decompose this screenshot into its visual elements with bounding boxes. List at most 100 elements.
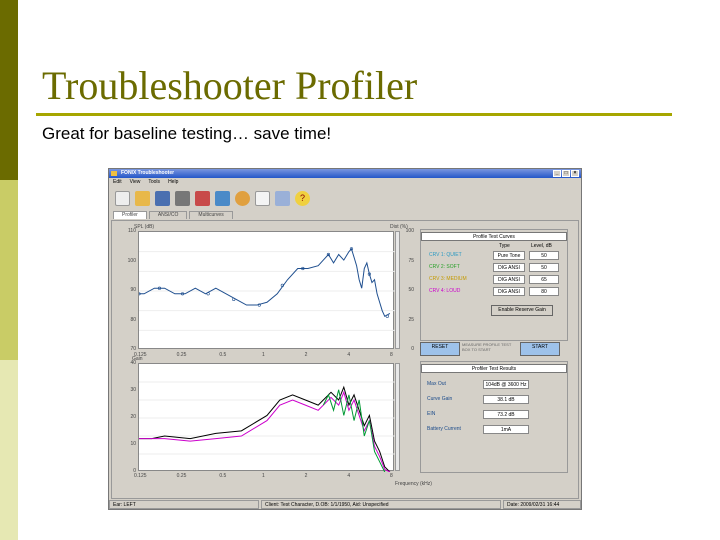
profile-test-curves-panel: Profile Test Curves Type Level, dB CRV 1… xyxy=(420,229,568,341)
maximize-button[interactable]: □ xyxy=(562,170,570,177)
sound-icon[interactable] xyxy=(235,190,250,206)
tick-label: 30 xyxy=(130,387,136,393)
tick-label: 8 xyxy=(390,473,393,479)
tab-ansi-co[interactable]: ANSI/CO xyxy=(148,211,188,219)
tick-label: 80 xyxy=(130,316,136,323)
close-button[interactable]: × xyxy=(571,170,579,177)
series-line xyxy=(139,390,391,473)
curve-type-select[interactable]: DIG ANSI xyxy=(493,263,525,272)
curve-name: CRV 4: LOUD xyxy=(429,288,461,294)
spl-ylabel: SPL (dB) xyxy=(134,224,155,230)
series-line xyxy=(322,389,386,473)
tick-label: 90 xyxy=(130,287,136,293)
tick-label: 0 xyxy=(411,346,414,352)
slide-subtitle: Great for baseline testing… save time! xyxy=(42,124,332,143)
curve-level-input[interactable]: 50 xyxy=(529,251,559,260)
curve-name: CRV 1: QUIET xyxy=(429,252,462,258)
curve-type-select[interactable]: DIG ANSI xyxy=(493,275,525,284)
profiler-test-results-header: Profiler Test Results xyxy=(421,364,567,373)
tick-label: 8 xyxy=(390,352,393,358)
sidebar-band-light xyxy=(0,360,18,540)
start-note: MEASURE PROFILE TEST BOX TO START xyxy=(462,342,512,352)
open-icon[interactable] xyxy=(135,190,150,206)
tick-label: 75 xyxy=(408,257,414,264)
title-rule xyxy=(36,113,672,116)
report-icon[interactable] xyxy=(275,190,290,206)
profile-test-curves-header: Profile Test Curves xyxy=(421,232,567,241)
print-icon[interactable] xyxy=(175,190,190,206)
curve-name: CRV 2: SOFT xyxy=(429,264,460,270)
result-label: Battery Current xyxy=(427,426,461,432)
gain-slider[interactable] xyxy=(395,363,400,471)
menu-item[interactable]: Tools xyxy=(148,179,160,186)
result-value: 38.1 dB xyxy=(483,395,529,404)
window-titlebar: FONIX Troubleshooter _ □ × xyxy=(109,169,581,178)
menu-item[interactable]: View xyxy=(130,179,141,186)
dist-slider[interactable] xyxy=(395,231,400,349)
profiler-test-results-panel: Profiler Test Results Max Out 104dB @ 360… xyxy=(420,361,568,473)
result-value: 1mA xyxy=(483,425,529,434)
enable-reserve-gain-button[interactable]: Enable Reserve Gain xyxy=(491,305,553,316)
new-icon[interactable] xyxy=(115,190,130,206)
sidebar-band-dark xyxy=(0,0,18,180)
start-button[interactable]: START xyxy=(520,342,560,356)
status-ear: Ear: LEFT xyxy=(109,500,259,509)
notes-icon[interactable] xyxy=(255,190,270,206)
tick-label: 1 xyxy=(262,352,265,358)
tick-label: 10 xyxy=(130,441,136,447)
tick-label: 2 xyxy=(304,473,308,479)
curve-type-select[interactable]: DIG ANSI xyxy=(493,287,525,296)
app-window: FONIX Troubleshooter _ □ × Edit View Tools… xyxy=(108,168,582,510)
settings-icon[interactable] xyxy=(215,190,230,206)
toolbar: ? xyxy=(111,187,310,209)
tick-label: 50 xyxy=(408,287,414,293)
gain-chart-svg xyxy=(139,381,395,473)
curve-level-input[interactable]: 50 xyxy=(529,263,559,272)
curve-type-select[interactable]: Pure Tone xyxy=(493,251,525,260)
tick-label: 4 xyxy=(347,473,351,479)
result-label: Curve Gain xyxy=(427,396,453,402)
minimize-button[interactable]: _ xyxy=(553,170,561,177)
status-date: Date: 2009/02/31 16:44 xyxy=(503,500,581,509)
tick-label: 0.5 xyxy=(219,473,227,479)
result-label: EIN xyxy=(427,411,436,417)
tick-label: 0.25 xyxy=(176,473,187,479)
help-icon[interactable]: ? xyxy=(295,190,310,206)
save-icon[interactable] xyxy=(155,190,170,206)
tab-profiler[interactable]: Profiler xyxy=(113,211,147,219)
result-value: 104dB @ 3600 Hz xyxy=(483,380,529,389)
menu-item[interactable]: Help xyxy=(168,179,178,186)
gain-chart xyxy=(138,363,395,473)
result-label: Max Out xyxy=(427,381,446,387)
menu-bar: Edit View Tools Help xyxy=(109,179,178,186)
tick-label: 100 xyxy=(405,228,414,234)
tick-label: 100 xyxy=(127,257,136,264)
status-bar: Ear: LEFT Client: Test Character, D.OB: … xyxy=(109,500,581,509)
tab-multicurves[interactable]: Multicurves xyxy=(189,211,233,219)
tick-label: 40 xyxy=(130,360,136,366)
tab-strip: Profiler ANSI/CO Multicurves xyxy=(113,211,233,219)
curve-level-input[interactable]: 65 xyxy=(529,275,559,284)
sidebar-band-mid xyxy=(0,180,18,360)
app-icon xyxy=(111,171,117,176)
export-icon[interactable] xyxy=(195,190,210,206)
tick-label: 20 xyxy=(130,414,136,420)
window-title: FONIX Troubleshooter xyxy=(121,170,175,176)
profiler-panel: SPL (dB) Dist (%) 110 100 90 80 70 0.125 0.25… xyxy=(111,220,579,499)
slide-title: Troubleshooter Profiler xyxy=(42,63,418,108)
status-client: Client: Test Character, D.OB: 1/1/1950, … xyxy=(261,500,501,509)
tick-label: 4 xyxy=(347,352,351,358)
series-line xyxy=(139,247,391,317)
spl-chart-svg xyxy=(137,247,395,331)
frequency-label: Frequency (kHz) xyxy=(395,481,432,487)
type-column-header: Type xyxy=(499,243,510,249)
tick-label: 2 xyxy=(304,352,308,358)
tick-label: 0.25 xyxy=(176,352,187,358)
reset-button[interactable]: RESET xyxy=(420,342,460,356)
level-column-header: Level, dB xyxy=(531,243,552,249)
menu-item[interactable]: Edit xyxy=(113,179,122,186)
curve-level-input[interactable]: 80 xyxy=(529,287,559,296)
tick-label: 0.125 xyxy=(134,473,147,479)
curve-name: CRV 3: MEDIUM xyxy=(429,276,467,282)
tick-label: 25 xyxy=(408,316,414,323)
